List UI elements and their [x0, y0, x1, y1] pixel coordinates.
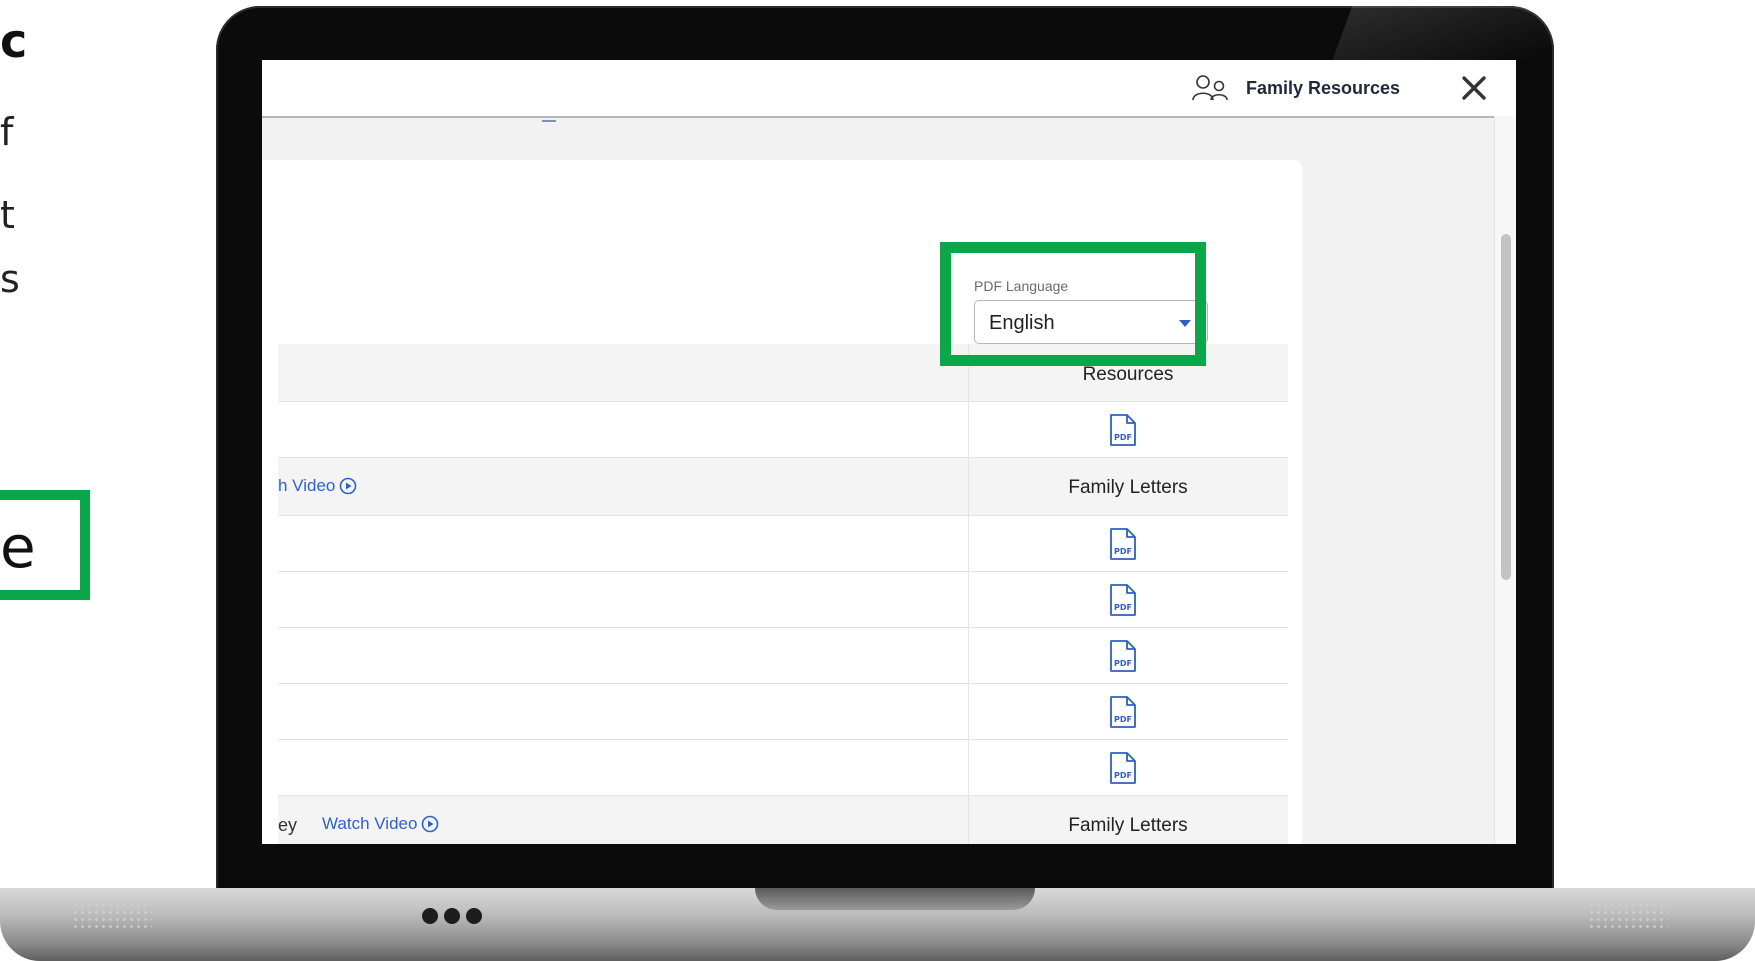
watch-video-link-text: h Video	[278, 476, 336, 495]
pdf-language-label: PDF Language	[974, 278, 1069, 294]
slide-text-fragment: s	[0, 257, 20, 301]
family-letters-label: Family Letters	[1068, 815, 1188, 836]
table-row: PDF	[278, 572, 1288, 628]
pdf-language-select[interactable]: English	[974, 300, 1208, 344]
laptop-notch	[755, 888, 1035, 910]
resources-card: PDF Language English Resources PDF h Vid…	[262, 160, 1302, 844]
slide-text-fragment: f	[0, 110, 14, 154]
play-circle-icon	[340, 477, 357, 495]
column-divider	[968, 684, 969, 739]
indicator-dot	[422, 908, 438, 924]
close-icon[interactable]	[1454, 68, 1494, 108]
app-header: Family Resources	[262, 60, 1516, 122]
column-header-resources: Resources	[1082, 364, 1174, 385]
indicator-dot	[466, 908, 482, 924]
app-screen: Family Resources PDF Language English Re…	[262, 60, 1516, 844]
column-divider	[968, 516, 969, 571]
pdf-icon-label: PDF	[1114, 659, 1132, 668]
table-row: PDF	[278, 740, 1288, 796]
watch-video-link-text: Watch Video	[322, 814, 418, 833]
speaker-grille	[1588, 902, 1668, 930]
pdf-icon-label: PDF	[1114, 771, 1132, 780]
table-row: PDF	[278, 402, 1288, 458]
family-letters-label: Family Letters	[1068, 477, 1188, 498]
slide-text-fragment: t	[0, 193, 15, 237]
speaker-grille	[72, 902, 152, 930]
pdf-language-value: English	[989, 312, 1055, 334]
indicator-dot	[444, 908, 460, 924]
column-divider	[968, 628, 969, 683]
lesson-title-fragment: ey	[278, 815, 298, 835]
pdf-icon[interactable]: PDF	[1107, 527, 1139, 561]
family-users-icon	[1192, 75, 1228, 101]
pdf-icon[interactable]: PDF	[1107, 639, 1139, 673]
play-circle-icon	[422, 815, 439, 833]
column-divider	[968, 572, 969, 627]
pdf-icon-label: PDF	[1114, 433, 1132, 442]
pdf-icon[interactable]: PDF	[1107, 413, 1139, 447]
scrollbar[interactable]	[1494, 116, 1516, 844]
table-row-section: ey Watch Video Family Letters	[278, 796, 1288, 844]
chevron-down-icon	[1179, 320, 1191, 327]
watch-video-link[interactable]: h Video	[278, 476, 357, 496]
table-row: PDF	[278, 684, 1288, 740]
table-row: PDF	[278, 628, 1288, 684]
watch-video-link[interactable]: Watch Video	[322, 814, 439, 834]
table-row: PDF	[278, 516, 1288, 572]
pdf-icon-label: PDF	[1114, 603, 1132, 612]
breadcrumb-fragment	[542, 114, 556, 122]
header-title: Family Resources	[1246, 78, 1401, 98]
column-divider	[968, 402, 969, 457]
pdf-icon[interactable]: PDF	[1107, 583, 1139, 617]
table-row-section: h Video Family Letters	[278, 458, 1288, 516]
indicator-dots	[422, 908, 482, 924]
column-divider	[968, 740, 969, 795]
slide-text-fragment: e	[0, 513, 36, 581]
pdf-icon[interactable]: PDF	[1107, 695, 1139, 729]
scrollbar-thumb[interactable]	[1501, 234, 1511, 580]
slide-text-fragment: c	[0, 14, 28, 68]
pdf-icon[interactable]: PDF	[1107, 751, 1139, 785]
pdf-icon-label: PDF	[1114, 547, 1132, 556]
table-header-row: Resources	[278, 344, 1288, 402]
pdf-icon-label: PDF	[1114, 715, 1132, 724]
